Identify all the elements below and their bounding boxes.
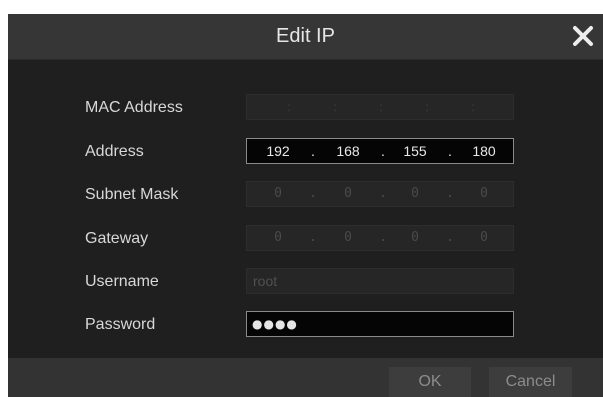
gateway-octet-2: 0 [344, 230, 352, 245]
gateway-field: 0 . 0 . 0 . 0 [246, 225, 514, 251]
ip-dot-separator: . [379, 186, 387, 201]
subnet-octet-1: 0 [274, 186, 282, 201]
ip-dot-separator: . [309, 230, 317, 245]
ip-dot-separator: . [448, 143, 452, 159]
mac-address-row: MAC Address : : : : : [8, 94, 603, 122]
address-octet-3[interactable]: 155 [392, 139, 438, 163]
gateway-octet-1: 0 [274, 230, 282, 245]
address-field[interactable]: 192 . 168 . 155 . 180 [246, 138, 514, 164]
mac-address-label: MAC Address [85, 99, 183, 116]
subnet-mask-row: Subnet Mask 0 . 0 . 0 . 0 [8, 181, 603, 209]
gateway-octet-3: 0 [411, 230, 419, 245]
address-octet-1[interactable]: 192 [255, 139, 301, 163]
mac-separator: : [379, 100, 383, 114]
close-icon[interactable] [569, 22, 597, 50]
gateway-label: Gateway [85, 230, 149, 247]
address-octet-4[interactable]: 180 [461, 139, 507, 163]
mac-address-field: : : : : : [246, 94, 514, 120]
address-row: Address 192 . 168 . 155 . 180 [8, 138, 603, 166]
dialog-titlebar: Edit IP [8, 14, 603, 60]
username-field: root [246, 268, 514, 294]
mac-separator: : [425, 100, 429, 114]
password-masked-value: ●●●● [252, 317, 298, 331]
username-row: Username root [8, 268, 603, 296]
ip-dot-separator: . [381, 143, 385, 159]
ip-dot-separator: . [309, 186, 317, 201]
edit-ip-dialog: Edit IP MAC Address : : : : : Address 19… [8, 14, 603, 397]
gateway-row: Gateway 0 . 0 . 0 . 0 [8, 225, 603, 253]
ip-dot-separator: . [446, 186, 454, 201]
username-label: Username [85, 273, 159, 290]
mac-separator: : [333, 100, 337, 114]
address-octet-2[interactable]: 168 [325, 139, 371, 163]
username-value: root [253, 273, 278, 289]
cancel-button[interactable]: Cancel [489, 367, 572, 397]
subnet-octet-2: 0 [344, 186, 352, 201]
gateway-octet-4: 0 [480, 230, 488, 245]
ip-dot-separator: . [446, 230, 454, 245]
password-label: Password [85, 316, 156, 333]
subnet-mask-label: Subnet Mask [85, 186, 179, 203]
subnet-mask-field: 0 . 0 . 0 . 0 [246, 181, 514, 207]
password-field[interactable]: ●●●● [246, 311, 514, 337]
dialog-footer: OK Cancel [8, 358, 603, 397]
ok-button[interactable]: OK [389, 367, 471, 397]
mac-separator: : [471, 100, 475, 114]
mac-separator: : [287, 100, 291, 114]
ip-dot-separator: . [311, 143, 315, 159]
dialog-title: Edit IP [276, 25, 335, 47]
ip-dot-separator: . [379, 230, 387, 245]
subnet-octet-4: 0 [480, 186, 488, 201]
password-row: Password ●●●● [8, 311, 603, 339]
address-label: Address [85, 143, 144, 160]
subnet-octet-3: 0 [411, 186, 419, 201]
